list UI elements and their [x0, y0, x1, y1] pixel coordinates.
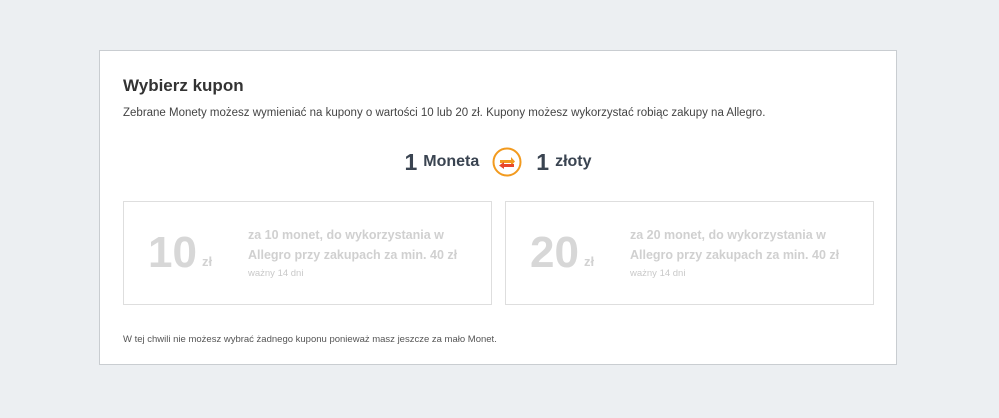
coupon-panel: Wybierz kupon Zebrane Monety możesz wymi… [99, 50, 897, 365]
coupon-card-20[interactable]: 20 zł za 20 monet, do wykorzystania w Al… [505, 201, 874, 305]
coupon-card-10[interactable]: 10 zł za 10 monet, do wykorzystania w Al… [123, 201, 492, 305]
coupon-validity: ważny 14 dni [248, 268, 304, 279]
coupon-amount: 20 [530, 228, 579, 277]
exchange-rate: 1 Moneta 1 złoty [100, 145, 896, 179]
rate-right-unit: złoty [555, 153, 592, 170]
coupon-description: za 20 monet, do wykorzystania w Allegro … [630, 228, 840, 262]
rate-right-number: 1 [536, 148, 550, 175]
coupon-validity: ważny 14 dni [630, 268, 686, 279]
insufficient-coins-notice: W tej chwili nie możesz wybrać żadnego k… [123, 334, 497, 345]
panel-title: Wybierz kupon [123, 76, 244, 95]
coupon-currency: zł [584, 254, 595, 269]
coupon-amount: 10 [148, 228, 197, 277]
panel-description: Zebrane Monety możesz wymieniać na kupon… [123, 107, 766, 119]
coupon-description: za 10 monet, do wykorzystania w Allegro … [248, 228, 458, 262]
rate-left-unit: Moneta [423, 153, 480, 170]
coupon-currency: zł [202, 254, 213, 269]
rate-left-number: 1 [404, 148, 418, 175]
coin-exchange-icon [492, 147, 522, 177]
